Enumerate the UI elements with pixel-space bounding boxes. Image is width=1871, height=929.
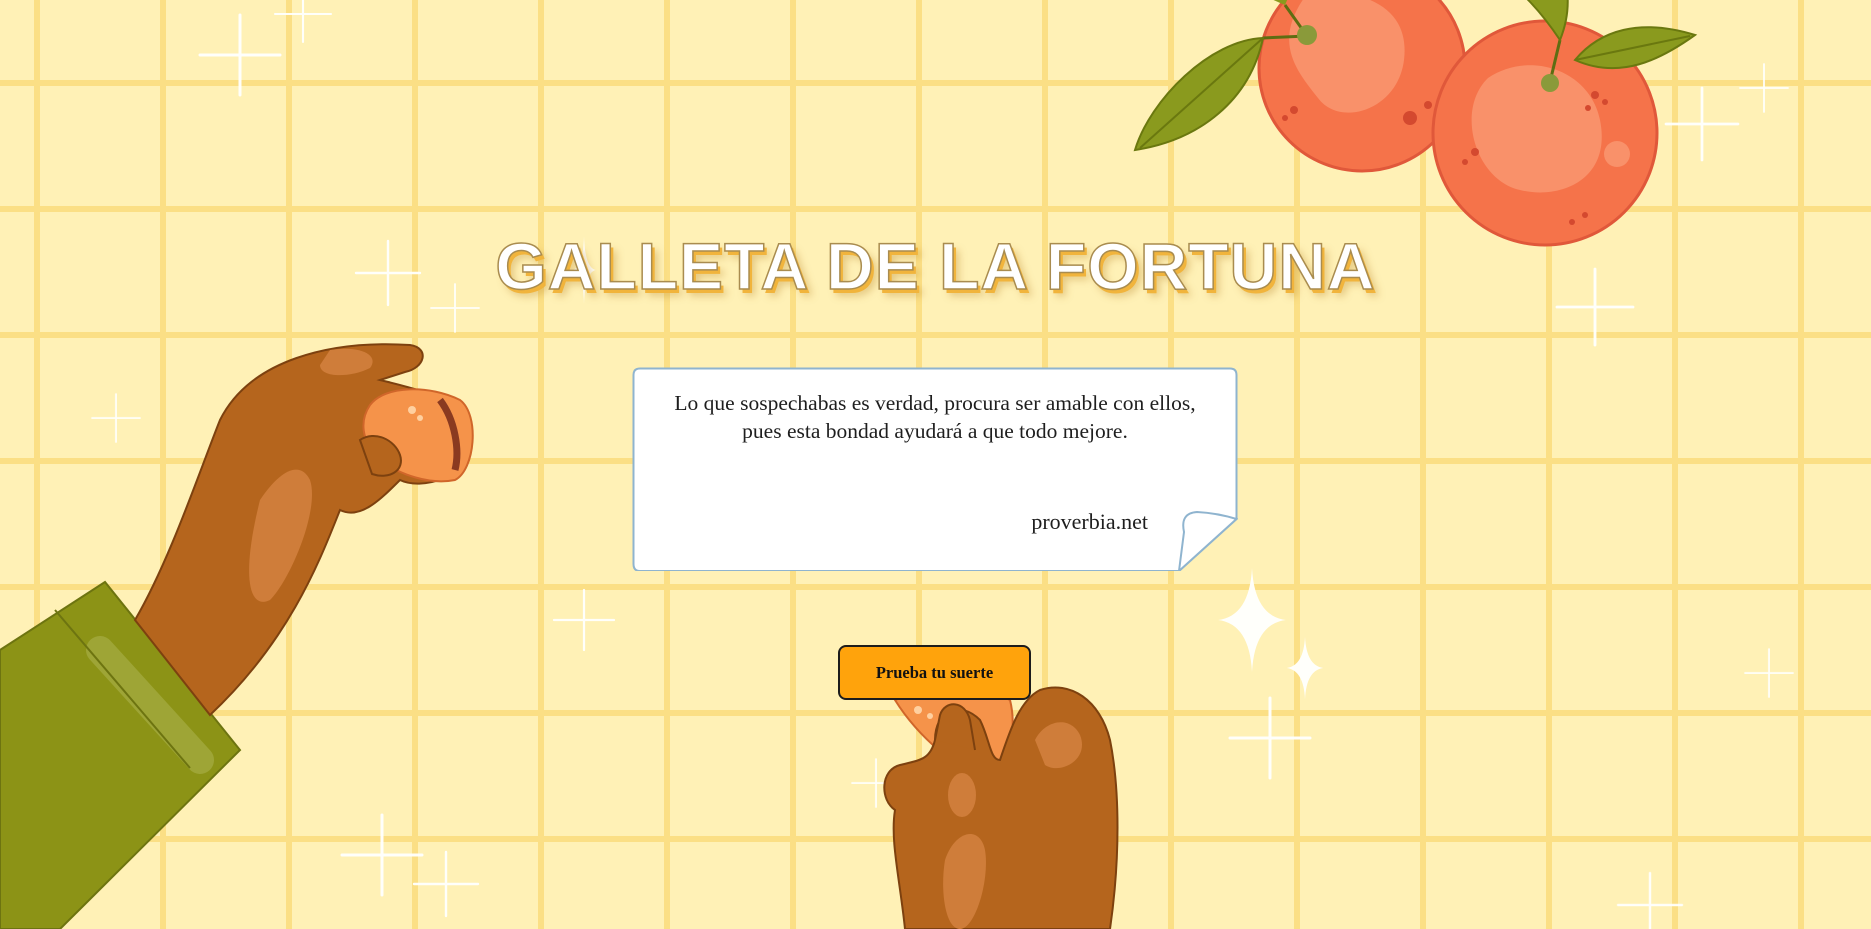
page-title: GALLETA DE LA FORTUNA bbox=[495, 228, 1376, 304]
fortune-message: Lo que sospechabas es verdad, procura se… bbox=[674, 391, 1196, 443]
fortune-source: proverbia.net bbox=[1031, 509, 1148, 534]
left-hand-holding-cookie bbox=[0, 343, 474, 929]
fortune-card: Lo que sospechabas es verdad, procura se… bbox=[632, 367, 1238, 571]
bottom-hand-holding-cookie bbox=[883, 686, 1119, 929]
oranges-illustration bbox=[1133, 0, 1698, 247]
try-luck-button[interactable]: Prueba tu suerte bbox=[838, 645, 1031, 700]
